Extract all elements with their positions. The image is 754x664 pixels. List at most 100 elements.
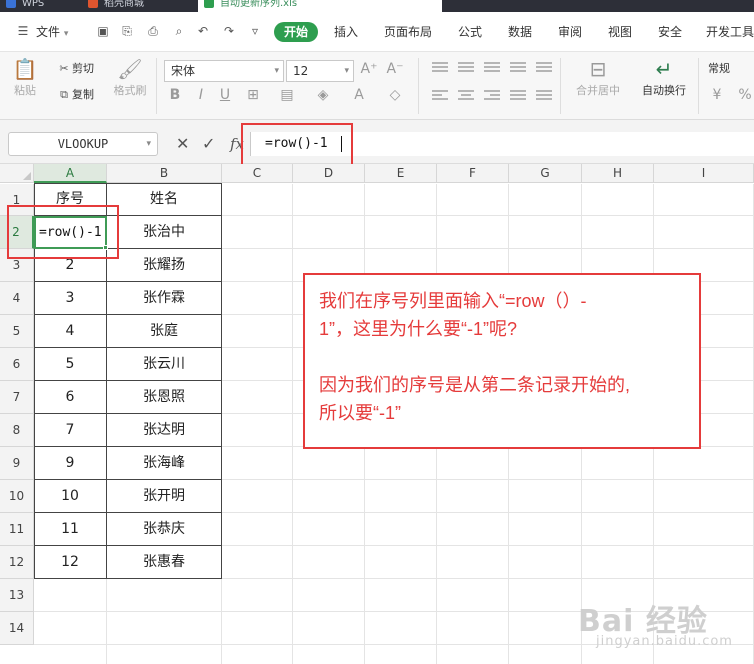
menu-home[interactable]: 开始 [274,22,319,42]
number-format-select[interactable]: 常规 [708,60,730,78]
row-header-5[interactable]: 5 [0,315,34,348]
wrap-text-icon: ↵ [655,57,673,81]
format-painter-button[interactable]: 🖌 格式刷 [110,56,150,98]
menu-security[interactable]: 安全 [658,22,682,42]
serial-cell[interactable]: 11 [34,513,107,546]
borders-icon[interactable]: ⊞ [244,86,262,104]
column-header-a[interactable]: A [34,164,107,183]
name-cell[interactable]: 张庭 [107,315,222,348]
italic-icon[interactable]: I [192,86,210,104]
menu-page-layout[interactable]: 页面布局 [384,22,432,42]
print-preview-icon[interactable]: ⌕ [172,24,186,38]
paste-button[interactable]: 📋 粘贴 [8,56,42,98]
row-header-8[interactable]: 8 [0,414,34,447]
serial-cell[interactable]: 5 [34,348,107,381]
percent-icon[interactable]: % [736,86,754,104]
name-cell[interactable]: 张耀扬 [107,249,222,282]
align-right-icon[interactable] [484,90,500,104]
name-box[interactable]: VLOOKUP ▾ [8,132,158,156]
column-header-b[interactable]: B [107,164,222,183]
decrease-font-icon[interactable]: A⁻ [386,60,404,78]
column-header-e[interactable]: E [365,164,437,183]
serial-cell[interactable]: 12 [34,546,107,579]
row-header-13[interactable]: 13 [0,579,34,612]
undo-icon[interactable]: ↶ [196,24,210,38]
menu-review[interactable]: 审阅 [558,22,582,42]
serial-cell[interactable]: 6 [34,381,107,414]
increase-font-icon[interactable]: A⁺ [360,60,378,78]
row-header-14[interactable]: 14 [0,612,34,645]
wrap-text-button[interactable]: ↵ 自动换行 [636,56,692,98]
menu-insert[interactable]: 插入 [334,22,358,42]
menu-formulas[interactable]: 公式 [458,22,482,42]
cut-button[interactable]: ✂ 剪切 [56,60,94,78]
confirm-icon[interactable]: ✓ [202,134,215,154]
name-cell[interactable]: 张作霖 [107,282,222,315]
tab-docer-store[interactable]: 稻壳商城 [82,0,194,12]
menu-data[interactable]: 数据 [508,22,532,42]
distributed-icon[interactable] [536,90,552,104]
serial-cell[interactable]: 7 [34,414,107,447]
justify-icon[interactable] [510,90,526,104]
column-header-i[interactable]: I [654,164,754,183]
menu-file[interactable]: 文件 ▾ [36,22,68,42]
name-cell[interactable]: 张惠春 [107,546,222,579]
column-header-g[interactable]: G [509,164,582,183]
column-header-f[interactable]: F [437,164,509,183]
font-size-select[interactable]: 12 ▾ [286,60,354,82]
align-center-icon[interactable] [458,90,474,104]
row-header-4[interactable]: 4 [0,282,34,315]
name-cell[interactable]: 张恩照 [107,381,222,414]
fill-color-icon[interactable]: ◈ [314,86,332,104]
name-cell[interactable]: 张开明 [107,480,222,513]
copy-button[interactable]: ⧉ 复制 [56,86,94,104]
name-cell[interactable]: 张云川 [107,348,222,381]
currency-icon[interactable]: ¥ [708,86,726,104]
row-header-12[interactable]: 12 [0,546,34,579]
align-bottom-icon[interactable] [484,62,500,76]
align-left-icon[interactable] [432,90,448,104]
print-icon[interactable]: ⎙ [146,24,160,38]
merge-center-button[interactable]: ⊟ 合并居中 [568,56,628,98]
row-header-7[interactable]: 7 [0,381,34,414]
tab-wps[interactable]: WPS [0,0,80,12]
hamburger-menu-icon[interactable]: ☰ [16,24,30,38]
menu-developer[interactable]: 开发工具 [706,22,754,42]
row-header-10[interactable]: 10 [0,480,34,513]
column-header-d[interactable]: D [293,164,365,183]
name-cell[interactable]: 张恭庆 [107,513,222,546]
serial-cell[interactable]: 3 [34,282,107,315]
name-cell[interactable]: 张治中 [107,216,222,249]
serial-cell[interactable]: 4 [34,315,107,348]
outdent-icon[interactable] [536,62,552,76]
font-color-icon[interactable]: A [350,86,368,104]
menu-view[interactable]: 视图 [608,22,632,42]
cell-style-icon[interactable]: ▤ [278,86,296,104]
export-pdf-icon[interactable]: ⎘ [120,24,134,38]
header-cell-name[interactable]: 姓名 [107,184,222,216]
bold-icon[interactable]: B [166,86,184,104]
column-header-c[interactable]: C [222,164,293,183]
serial-cell[interactable]: 9 [34,447,107,480]
redo-icon[interactable]: ↷ [222,24,236,38]
row-header-11[interactable]: 11 [0,513,34,546]
name-cell[interactable]: 张海峰 [107,447,222,480]
underline-icon[interactable]: U [216,86,234,104]
clear-format-icon[interactable]: ◇ [386,86,404,104]
name-cell[interactable]: 张达明 [107,414,222,447]
select-all-corner[interactable] [0,164,34,183]
gridline-horizontal [34,611,754,612]
font-name-select[interactable]: 宋体 ▾ [164,60,284,82]
cancel-icon[interactable]: ✕ [176,134,189,154]
align-top-icon[interactable] [432,62,448,76]
quick-access-dropdown-icon[interactable]: ▿ [248,24,262,38]
chevron-down-icon: ▾ [146,139,151,149]
serial-cell[interactable]: 10 [34,480,107,513]
tab-document[interactable]: 自动更新序列.xls [198,0,442,12]
column-header-h[interactable]: H [582,164,654,183]
align-middle-icon[interactable] [458,62,474,76]
indent-icon[interactable] [510,62,526,76]
row-header-9[interactable]: 9 [0,447,34,480]
row-header-6[interactable]: 6 [0,348,34,381]
save-icon[interactable]: ▣ [96,24,110,38]
